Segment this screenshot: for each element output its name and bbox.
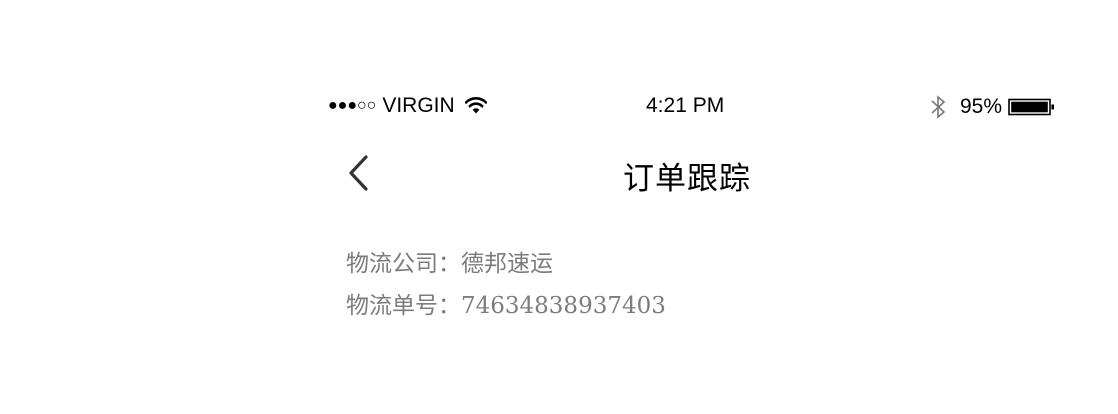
tracking-number-value: 74634838937403 xyxy=(461,293,666,319)
back-button[interactable] xyxy=(344,154,374,192)
status-bar-right: 95% xyxy=(930,94,1056,120)
chevron-left-icon xyxy=(349,155,368,191)
carrier-name: VIRGIN xyxy=(382,94,455,117)
logistics-company-value: 德邦速运 xyxy=(461,251,553,277)
bluetooth-icon xyxy=(930,94,946,120)
battery-icon xyxy=(1008,98,1056,116)
signal-strength: ●●●○○ xyxy=(328,97,377,114)
nav-bar: 订单跟踪 xyxy=(0,148,1118,198)
status-time: 4:21 PM xyxy=(646,94,725,117)
wifi-icon xyxy=(464,96,487,114)
logistics-company-row: 物流公司：德邦速运 xyxy=(346,246,666,288)
logistics-info: 物流公司：德邦速运 物流单号：74634838937403 xyxy=(346,246,666,330)
page-title: 订单跟踪 xyxy=(623,161,751,197)
tracking-number-row: 物流单号：74634838937403 xyxy=(346,288,666,330)
status-bar-left: ●●●○○ VIRGIN xyxy=(328,94,487,118)
battery-percent: 95% xyxy=(959,95,1002,118)
logistics-company-label: 物流公司： xyxy=(346,251,461,277)
tracking-number-label: 物流单号： xyxy=(346,293,461,319)
status-bar: ●●●○○ VIRGIN 4:21 PM 95% xyxy=(0,88,1118,128)
